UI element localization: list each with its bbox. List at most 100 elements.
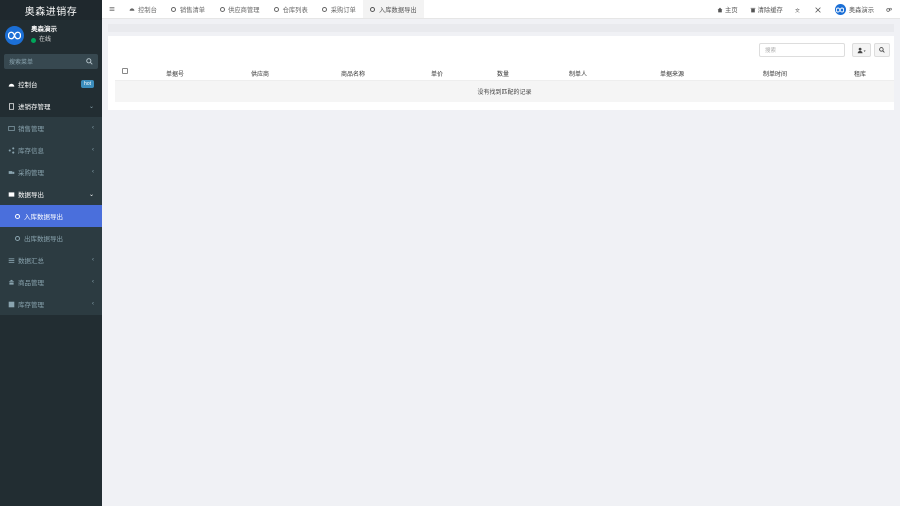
sidebar-item-inbound-export[interactable]: 入库数据导出: [0, 205, 102, 227]
hot-badge: hot: [81, 80, 94, 88]
dashboard-icon: [129, 6, 135, 12]
sidebar-item-purchase[interactable]: 采购管理 ‹: [0, 161, 102, 183]
data-panel: 搜索 单据号 供应商 商品名称 单价 数量 制单人 单据来源 制单时间 租库 没…: [108, 36, 894, 110]
sidebar-item-label: 销售管理: [18, 126, 44, 133]
home-label: 主页: [725, 7, 738, 14]
tab-label: 销售清单: [179, 6, 206, 14]
menu-search-input[interactable]: 搜索菜单: [4, 54, 98, 69]
chevron-down-icon: ⌄: [88, 191, 94, 198]
tab-sales-list[interactable]: 销售清单: [164, 0, 212, 18]
user-columns-icon: [857, 47, 866, 53]
translate-icon: 文: [795, 7, 801, 13]
content-tab-bar: [108, 24, 894, 32]
tab-label: 采购订单: [330, 6, 356, 14]
menu-toggle-icon[interactable]: [102, 0, 122, 18]
column-header-creator[interactable]: 制单人: [569, 69, 587, 78]
table-toolbar: 搜索: [759, 43, 890, 57]
sidebar: 奥森进销存 奥森演示 在线 搜索菜单 控制台 hot 进销存管理 ⌄ 销售管理 …: [0, 0, 102, 506]
search-icon: [879, 47, 885, 53]
infinity-logo-icon: [836, 7, 845, 12]
clear-cache-label: 清除缓存: [757, 7, 783, 14]
user-menu[interactable]: 奥森演示: [829, 4, 880, 15]
column-header-doc-source[interactable]: 单据来源: [660, 69, 684, 78]
sidebar-item-label: 出库数据导出: [24, 236, 63, 243]
table-search-placeholder: 搜索: [765, 48, 777, 54]
tab-dashboard[interactable]: 控制台: [122, 0, 164, 18]
columns-toggle-button[interactable]: [852, 43, 871, 57]
circle-icon: [14, 213, 21, 220]
user-status: 在线: [31, 35, 57, 45]
bank-icon: [8, 279, 15, 286]
user-panel: 奥森演示 在线: [0, 20, 102, 50]
sidebar-item-label: 数据导出: [18, 192, 44, 199]
search-toggle-button[interactable]: [874, 43, 890, 57]
chevron-left-icon: ‹: [92, 169, 94, 175]
column-header-warehouse[interactable]: 租库: [854, 69, 866, 78]
column-header-doc-no[interactable]: 单据号: [166, 69, 184, 78]
sidebar-item-label: 数据汇总: [18, 258, 44, 265]
chevron-down-icon: ⌄: [88, 103, 94, 110]
tab-warehouse-list[interactable]: 仓库列表: [267, 0, 315, 18]
column-header-product-name[interactable]: 商品名称: [341, 69, 365, 78]
online-status-icon: [31, 37, 36, 43]
tab-purchase-orders[interactable]: 采购订单: [315, 0, 363, 18]
column-header-created-time[interactable]: 制单时间: [763, 69, 787, 78]
menu-search-placeholder: 搜索菜单: [9, 60, 34, 66]
chevron-left-icon: ‹: [92, 147, 94, 153]
circle-icon: [322, 6, 328, 12]
tab-label: 供应商管理: [228, 6, 260, 14]
search-icon[interactable]: [86, 58, 93, 65]
sidebar-item-label: 商品管理: [18, 280, 44, 287]
avatar: [834, 4, 846, 15]
table-icon: [8, 191, 15, 198]
sidebar-item-data-summary[interactable]: 数据汇总 ‹: [0, 249, 102, 271]
sidebar-item-dashboard[interactable]: 控制台 hot: [0, 73, 102, 95]
trash-icon: [750, 7, 756, 13]
avatar: [5, 25, 24, 45]
empty-table-row: 没有找到匹配的记录: [115, 80, 894, 102]
tab-label: 控制台: [138, 6, 157, 14]
data-table: 单据号 供应商 商品名称 单价 数量 制单人 单据来源 制单时间 租库 没有找到…: [115, 65, 894, 102]
tab-supplier-management[interactable]: 供应商管理: [212, 0, 266, 18]
clear-cache-button[interactable]: 清除缓存: [744, 5, 789, 14]
sidebar-menu: 控制台 hot 进销存管理 ⌄ 销售管理 ‹ 库存信息 ‹ 采购管理 ‹ 数据导…: [0, 73, 102, 315]
fullscreen-button[interactable]: [809, 6, 829, 13]
tab-label: 入库数据导出: [378, 6, 417, 14]
sidebar-item-stock-info[interactable]: 库存信息 ‹: [0, 139, 102, 161]
column-header-unit-price[interactable]: 单价: [431, 69, 443, 78]
home-link[interactable]: 主页: [711, 5, 744, 14]
sidebar-item-inventory-management[interactable]: 进销存管理 ⌄: [0, 95, 102, 117]
circle-icon: [370, 6, 376, 12]
svg-text:文: 文: [795, 7, 800, 13]
sidebar-item-product-management[interactable]: 商品管理 ‹: [0, 271, 102, 293]
user-menu-label: 奥森演示: [848, 7, 874, 14]
chevron-left-icon: ‹: [92, 257, 94, 263]
circle-icon: [274, 6, 280, 12]
sidebar-item-stock-management[interactable]: 库存管理 ‹: [0, 293, 102, 315]
sidebar-item-label: 库存管理: [18, 302, 44, 309]
table-search-input[interactable]: 搜索: [759, 43, 845, 57]
language-button[interactable]: 文: [789, 7, 809, 13]
brand-logo-text[interactable]: 奥森进销存: [0, 0, 102, 20]
main-content: 搜索 单据号 供应商 商品名称 单价 数量 制单人 单据来源 制单时间 租库 没…: [102, 19, 900, 506]
grid-icon: [8, 301, 15, 308]
column-header-quantity[interactable]: 数量: [497, 69, 509, 78]
user-status-label: 在线: [39, 37, 52, 43]
header-right-toolbar: 主页 清除缓存 文 奥森演示: [711, 0, 900, 19]
list-icon: [8, 257, 15, 264]
circle-icon: [171, 6, 177, 12]
select-all-checkbox[interactable]: [122, 68, 128, 74]
tab-inbound-export[interactable]: 入库数据导出: [362, 0, 424, 18]
sidebar-item-label: 采购管理: [18, 170, 44, 177]
circle-icon: [219, 6, 225, 12]
dashboard-icon: [8, 81, 15, 88]
tab-label: 仓库列表: [282, 6, 308, 14]
sidebar-item-outbound-export[interactable]: 出库数据导出: [0, 227, 102, 249]
column-header-supplier[interactable]: 供应商: [251, 69, 269, 78]
expand-icon: [815, 6, 821, 13]
chevron-left-icon: ‹: [92, 279, 94, 285]
sidebar-item-sales[interactable]: 销售管理 ‹: [0, 117, 102, 139]
settings-button[interactable]: [880, 7, 900, 13]
sidebar-item-data-export[interactable]: 数据导出 ⌄: [0, 183, 102, 205]
chevron-left-icon: ‹: [92, 301, 94, 307]
